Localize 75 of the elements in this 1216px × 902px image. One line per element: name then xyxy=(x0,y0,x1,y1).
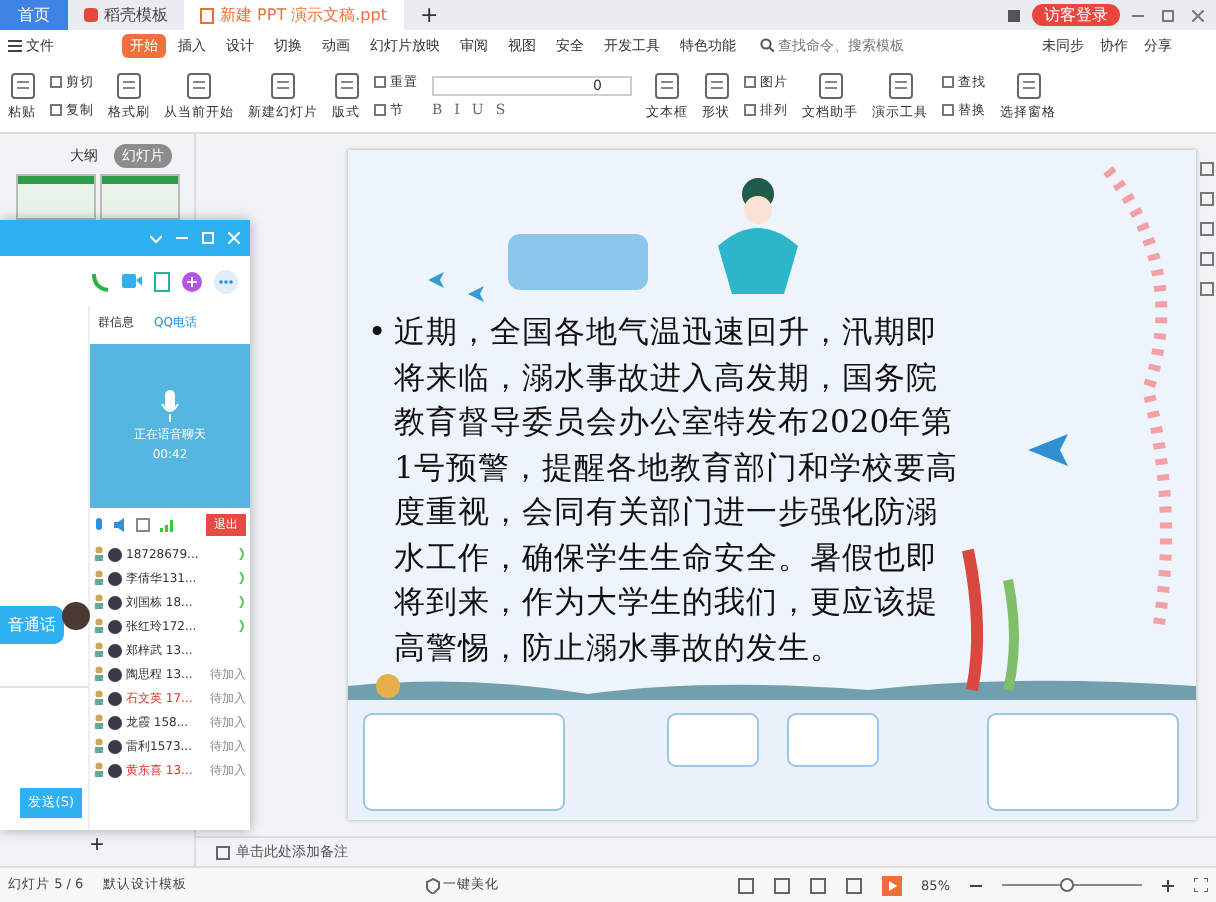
tool-icon xyxy=(942,104,954,116)
tab-home[interactable]: 首页 xyxy=(0,0,68,30)
close-icon[interactable] xyxy=(1192,9,1204,21)
tool-icon xyxy=(744,76,756,88)
tool-icon xyxy=(817,71,843,99)
person-icon xyxy=(94,762,104,778)
zoom-in-icon[interactable] xyxy=(1162,879,1174,891)
slide-thumbnail[interactable] xyxy=(15,174,95,220)
add-icon[interactable] xyxy=(182,271,202,291)
person-icon xyxy=(94,690,104,706)
person-icon xyxy=(94,642,104,658)
notes-icon xyxy=(216,845,230,859)
speaker-icon[interactable] xyxy=(114,518,126,532)
tool-icon xyxy=(270,71,296,99)
maximize-icon[interactable] xyxy=(1162,9,1174,21)
logo-icon xyxy=(84,8,98,22)
tool-icon[interactable] xyxy=(1199,252,1213,266)
shield-icon xyxy=(425,877,440,893)
play-icon[interactable] xyxy=(881,875,902,895)
tool-icon[interactable] xyxy=(1199,282,1213,296)
login-button[interactable]: 访客登录 xyxy=(1032,4,1120,26)
zoom-slider-thumb[interactable] xyxy=(1059,878,1073,892)
tool-icon xyxy=(1015,71,1041,99)
avatar xyxy=(62,602,90,630)
slide-body-text: 近期，全国各地气温迅速回升，汛期即将来临，溺水事故进入高发期，国务院教育督导委员会办公室特发布2020年第1号预警，提醒各地教育部门和学校要高度重视，会同有关部门进一步强化防溺水工作，确保学生生命安全。暑假也即将到来，作为大学生的我们，更应该提高警惕，防止溺水事故的发生。 xyxy=(394,312,961,669)
tool-icon xyxy=(744,104,756,116)
tool-icon xyxy=(186,71,212,99)
tool-icon xyxy=(50,104,62,116)
notes-icon[interactable] xyxy=(737,877,754,893)
tool-icon[interactable] xyxy=(1199,192,1213,206)
reading-view-icon[interactable] xyxy=(845,877,862,893)
tool-icon xyxy=(887,71,913,99)
tab-document[interactable]: 稻壳模板 xyxy=(68,0,184,30)
screen-icon[interactable] xyxy=(136,518,150,532)
tool-icon xyxy=(9,71,35,99)
chevron-icon[interactable] xyxy=(150,233,162,243)
tool-icon xyxy=(703,71,729,99)
bullet-marker: • xyxy=(368,312,387,354)
signal-icon xyxy=(160,519,174,531)
tool-icon xyxy=(942,76,954,88)
grid-view-icon[interactable] xyxy=(809,877,826,893)
person-icon xyxy=(94,738,104,754)
person-icon xyxy=(94,546,104,562)
zoom-out-icon[interactable] xyxy=(970,879,982,891)
tool-icon xyxy=(116,71,142,99)
search-icon xyxy=(760,38,774,52)
tool-icon xyxy=(333,71,359,99)
person-icon xyxy=(94,618,104,634)
new-tab-button[interactable]: + xyxy=(404,0,455,30)
chat-bubble: 音通话 xyxy=(0,606,64,644)
person-icon xyxy=(94,594,104,610)
person-icon xyxy=(94,666,104,682)
microphone-icon[interactable] xyxy=(94,517,104,533)
minimize-icon[interactable] xyxy=(1132,9,1144,21)
document-icon xyxy=(200,7,214,23)
tool-icon[interactable] xyxy=(1199,222,1213,236)
minimize-icon[interactable] xyxy=(176,232,188,244)
tool-icon xyxy=(50,76,62,88)
more-icon[interactable] xyxy=(214,269,238,293)
video-icon[interactable] xyxy=(122,272,142,290)
phone-icon[interactable] xyxy=(92,271,110,291)
tool-icon xyxy=(654,71,680,99)
fullscreen-icon[interactable] xyxy=(1194,878,1208,892)
panel-icon xyxy=(1008,9,1020,21)
person-icon xyxy=(94,714,104,730)
file-icon[interactable] xyxy=(154,271,170,291)
menu-icon[interactable] xyxy=(8,39,22,51)
tool-icon xyxy=(374,104,386,116)
normal-view-icon[interactable] xyxy=(773,877,790,893)
tool-icon[interactable] xyxy=(1199,162,1213,176)
add-slide-button[interactable]: + xyxy=(89,830,104,858)
microphone-icon xyxy=(160,390,180,422)
tool-icon xyxy=(374,76,386,88)
slide-thumbnail[interactable] xyxy=(99,174,179,220)
person-icon xyxy=(94,570,104,586)
